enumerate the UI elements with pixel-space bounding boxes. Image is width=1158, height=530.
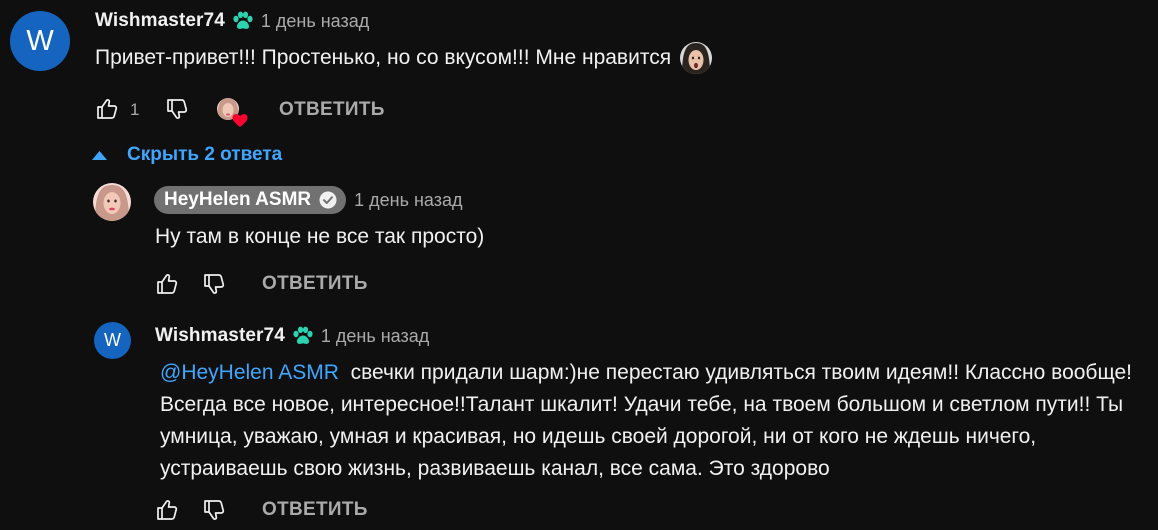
comment-author[interactable]: Wishmaster74 [95,10,225,32]
comment-text: Привет-привет!!! Простенько, но со вкусо… [95,41,713,75]
reply-button[interactable]: ОТВЕТИТЬ [262,273,368,295]
paw-badge-icon [292,326,314,346]
face-emoji-icon [679,41,713,75]
like-button[interactable] [154,498,180,522]
paw-badge-icon [232,11,254,31]
hide-replies-toggle[interactable]: Скрыть 2 ответа [92,144,282,166]
reply-author: HeyHelen ASMR [164,189,312,210]
chevron-up-icon [92,150,107,160]
like-button[interactable] [94,97,120,121]
hide-replies-label: Скрыть 2 ответа [127,144,283,165]
like-count: 1 [130,100,140,119]
reply-author[interactable]: Wishmaster74 [155,325,285,347]
reply-text: @HeyHelen ASMR свечки придали шарм:)не п… [160,357,1135,485]
dislike-button[interactable] [164,97,190,121]
avatar[interactable]: W [10,11,70,71]
reply-header: Wishmaster74 1 день назад [155,323,429,349]
verified-check-icon [319,191,337,209]
dislike-button[interactable] [201,498,227,522]
mention-link[interactable]: @HeyHelen ASMR [160,361,339,384]
dislike-button[interactable] [201,272,227,296]
comment-text-content: Привет-привет!!! Простенько, но со вкусо… [95,46,672,69]
reply-button[interactable]: ОТВЕТИТЬ [279,99,385,121]
reply-timestamp[interactable]: 1 день назад [321,326,429,347]
comment-header: Wishmaster74 1 день назад [95,8,369,34]
channel-owner-badge[interactable]: HeyHelen ASMR [154,186,347,214]
creator-heart-icon [216,97,250,129]
avatar[interactable] [93,183,131,221]
like-button[interactable] [154,272,180,296]
comment-timestamp[interactable]: 1 день назад [261,11,369,32]
reply-text: Ну там в конце не все так просто) [155,225,485,248]
avatar[interactable]: W [94,322,131,359]
reply-timestamp[interactable]: 1 день назад [354,190,462,211]
reply-header: HeyHelen ASMR 1 день назад [154,186,463,214]
reply-button[interactable]: ОТВЕТИТЬ [262,499,368,521]
